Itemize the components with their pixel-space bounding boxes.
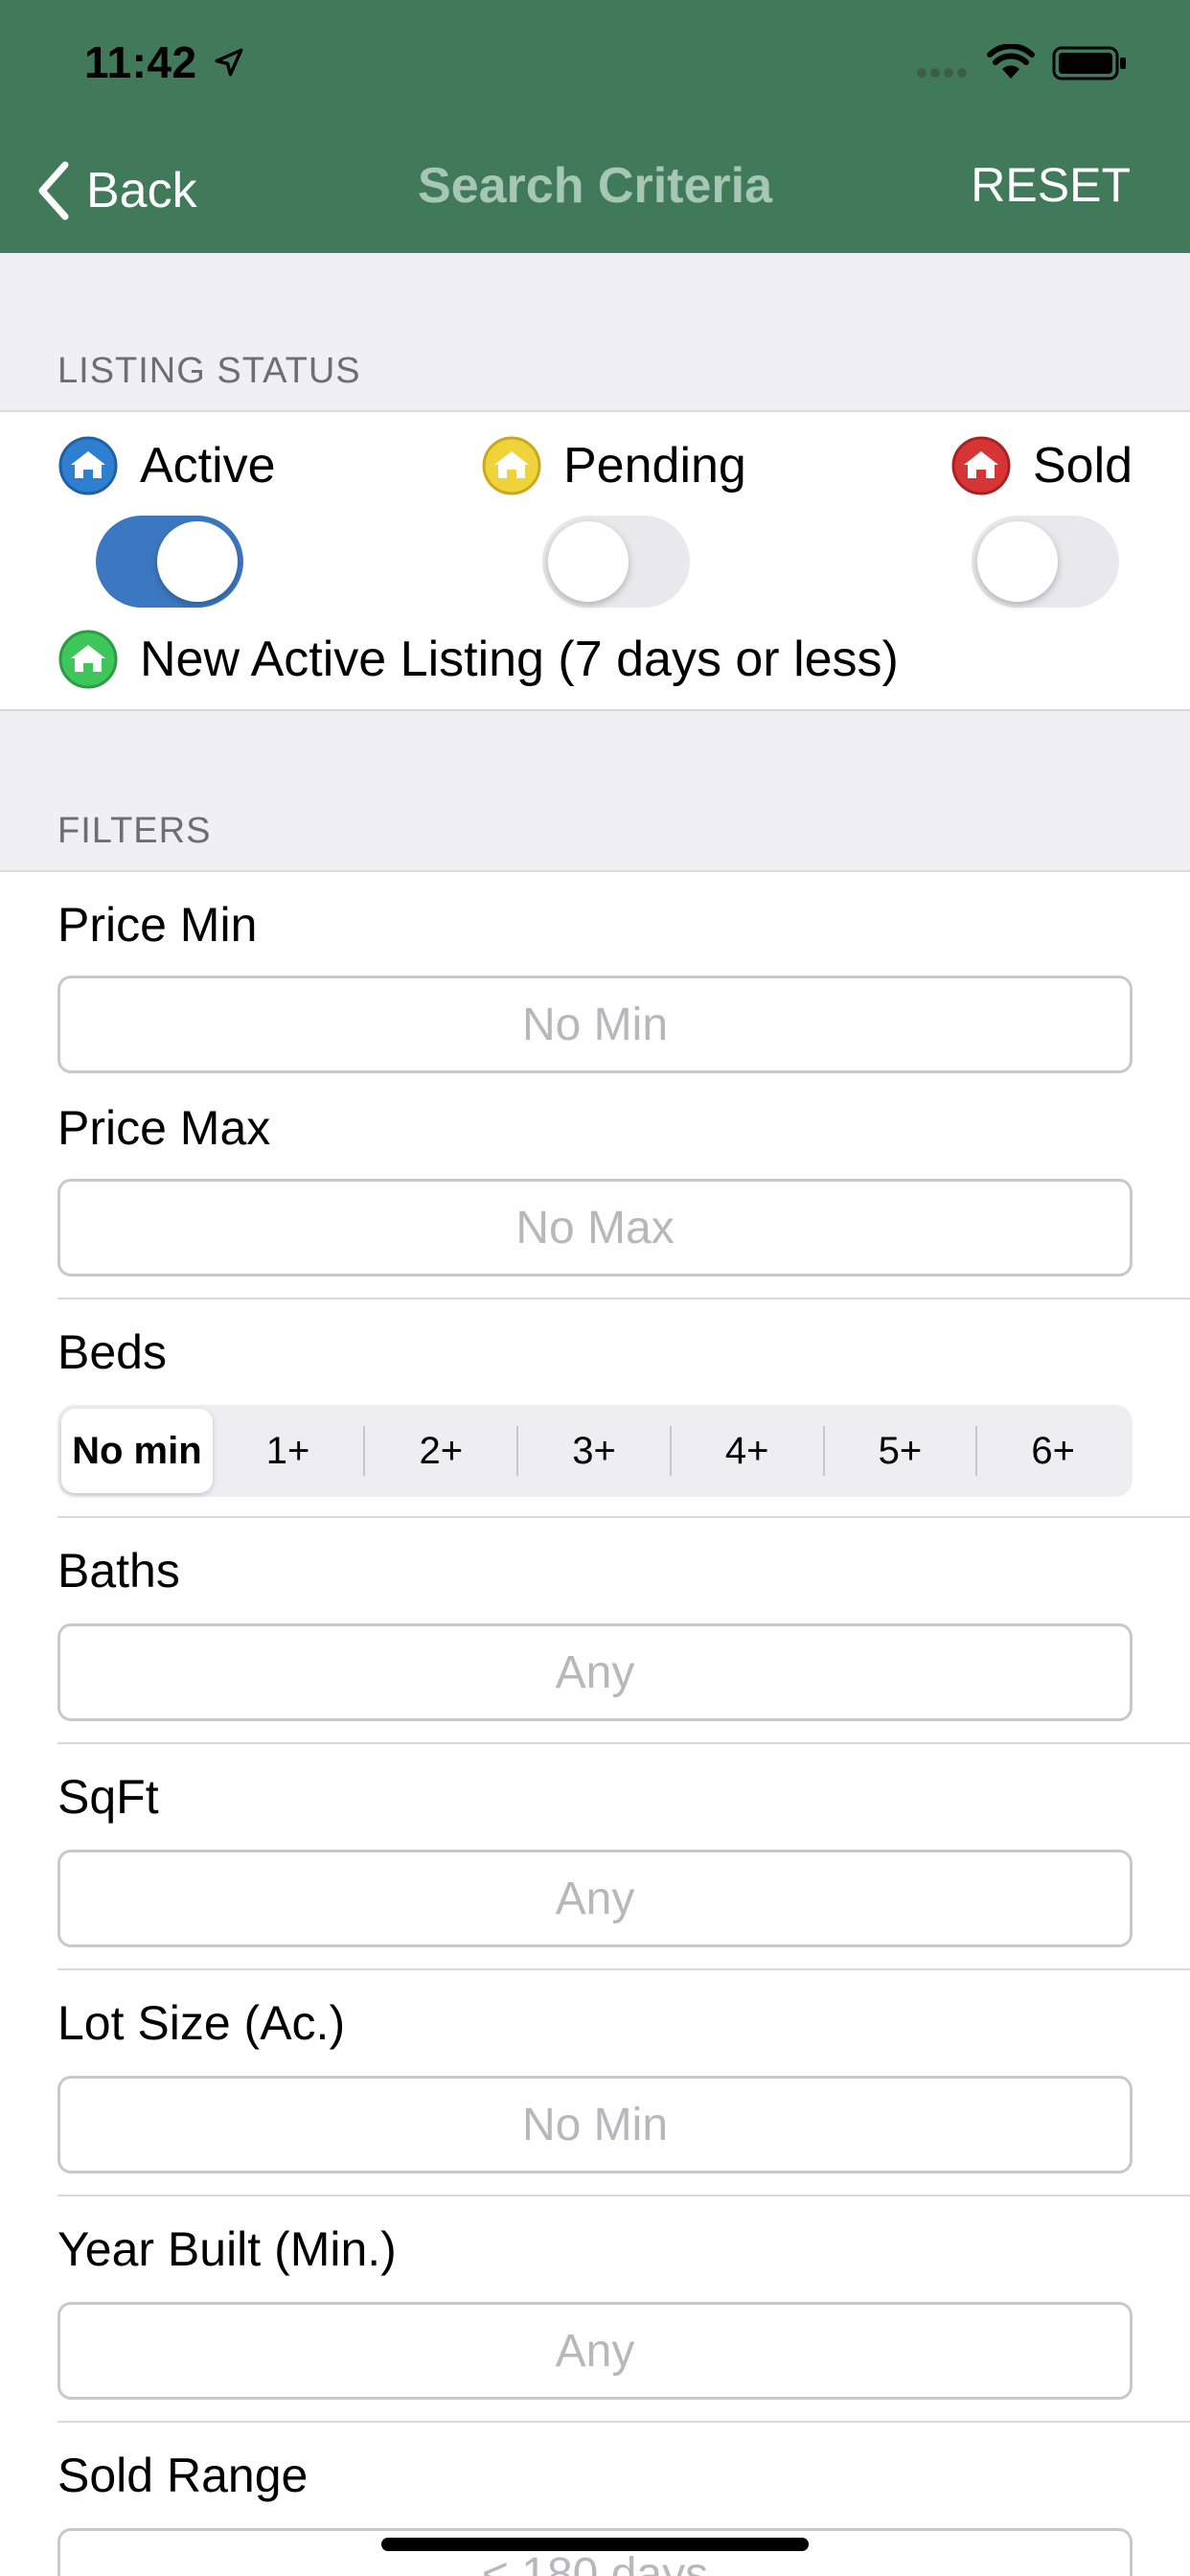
status-time: 11:42 [84,37,197,87]
divider [57,1516,1190,1518]
sold-toggle[interactable] [972,516,1119,608]
pending-house-icon [482,436,541,495]
new-listing-house-icon [58,630,118,689]
status-item-pending: Pending [481,435,746,496]
toggle-knob [977,521,1058,602]
toggle-knob [548,521,629,602]
beds-option-6[interactable]: 6+ [977,1409,1129,1493]
reset-button[interactable]: RESET [971,157,1131,213]
battery-icon [1052,46,1126,80]
beds-option-2[interactable]: 2+ [365,1409,516,1493]
sold-range-input[interactable]: < 180 days [57,2528,1133,2576]
status-label-pending: Pending [563,438,746,494]
price-max-label: Price Max [57,1101,271,1155]
divider [57,1968,1190,1970]
beds-label: Beds [57,1325,167,1379]
listing-status-panel: Active Pending Sold New Active Listing (… [0,412,1190,709]
navigation-bar: Back Search Criteria RESET [0,128,1190,253]
status-item-sold: Sold [950,435,1133,496]
beds-segmented-control: No min 1+ 2+ 3+ 4+ 5+ 6+ [57,1405,1133,1497]
beds-option-no-min[interactable]: No min [61,1409,213,1493]
sold-range-label: Sold Range [57,2449,309,2502]
wifi-icon [987,44,1035,79]
beds-option-4[interactable]: 4+ [672,1409,823,1493]
baths-label: Baths [57,1544,180,1598]
status-item-active: Active [57,435,276,496]
home-indicator [381,2538,809,2551]
divider [57,2421,1190,2423]
beds-option-3[interactable]: 3+ [518,1409,670,1493]
lot-size-label: Lot Size (Ac.) [57,1996,346,2050]
new-listing-label: New Active Listing (7 days or less) [140,632,899,687]
year-built-input[interactable]: Any [57,2302,1133,2400]
sold-range-value: < 180 days [481,2549,709,2576]
divider [57,1298,1190,1300]
lot-size-input[interactable]: No Min [57,2076,1133,2174]
year-built-label: Year Built (Min.) [57,2222,397,2276]
cellular-signal-icon [917,68,967,78]
price-min-label: Price Min [57,898,258,952]
new-listing-legend: New Active Listing (7 days or less) [57,629,899,690]
divider [0,709,1190,711]
filters-header: FILTERS [57,811,212,851]
toggle-knob [157,521,238,602]
app-header: 11:42 Back Search Criteria RESET [0,0,1190,253]
sqft-label: SqFt [57,1770,159,1824]
divider [57,1742,1190,1744]
status-label-active: Active [140,438,276,494]
pending-toggle[interactable] [542,516,690,608]
active-house-icon [58,436,118,495]
listing-status-header: LISTING STATUS [57,351,361,391]
sqft-input[interactable]: Any [57,1850,1133,1947]
price-max-input[interactable]: No Max [57,1179,1133,1276]
price-min-input[interactable]: No Min [57,976,1133,1073]
active-toggle[interactable] [96,516,243,608]
beds-option-1[interactable]: 1+ [213,1409,364,1493]
baths-input[interactable]: Any [57,1623,1133,1721]
status-bar: 11:42 [0,0,1190,128]
divider [57,2195,1190,2196]
beds-option-5[interactable]: 5+ [825,1409,976,1493]
sold-house-icon [951,436,1011,495]
location-arrow-icon [215,48,243,77]
status-label-sold: Sold [1033,438,1133,494]
